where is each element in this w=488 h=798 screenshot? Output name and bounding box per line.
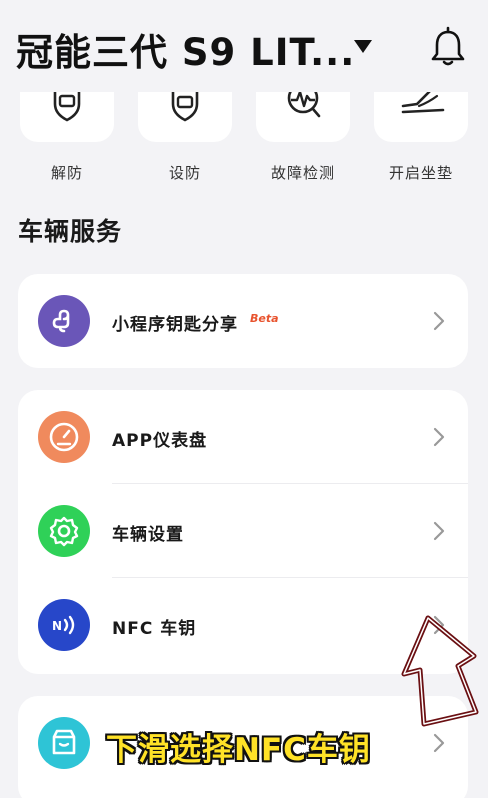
header: 冠能三代 S9 LIT... [0, 0, 488, 92]
quick-action-label: 开启坐垫 [388, 164, 453, 182]
shield-lock-icon [171, 92, 199, 122]
quick-action-label: 故障检测 [270, 164, 335, 182]
section-title: 车辆服务 [18, 217, 123, 246]
quick-tile[interactable] [374, 92, 468, 142]
chevron-down-icon[interactable] [354, 40, 372, 53]
service-label: APP仪表盘 [112, 431, 208, 451]
service-label: 车辆设置 [112, 525, 184, 545]
mini-program-card: 小程序钥匙分享 Beta [18, 274, 468, 368]
service-label: NFC 车钥 [112, 619, 197, 639]
quick-action-arm[interactable]: 设防 [138, 92, 232, 183]
quick-action-open-seat[interactable]: 开启坐垫 [374, 92, 468, 183]
bell-icon[interactable] [428, 26, 468, 68]
chevron-right-icon [433, 733, 445, 753]
service-row-mini-program[interactable]: 小程序钥匙分享 Beta [18, 274, 468, 368]
nfc-icon: N [38, 599, 90, 651]
vehicle-title[interactable]: 冠能三代 S9 LIT... [16, 22, 355, 76]
gear-icon [38, 505, 90, 557]
store-icon [38, 717, 90, 769]
mini-program-icon [38, 295, 90, 347]
quick-action-diagnostics[interactable]: 故障检测 [256, 92, 350, 183]
quick-tile[interactable] [138, 92, 232, 142]
seat-icon [401, 92, 445, 114]
service-label: 小程序钥匙分享 [112, 315, 238, 335]
arrow-up-icon [401, 615, 479, 727]
quick-action-label: 设防 [168, 164, 201, 182]
quick-actions: 解防 设防 故障检测 开启坐垫 [0, 92, 488, 202]
service-row-vehicle-settings[interactable]: 车辆设置 [18, 484, 468, 578]
chevron-right-icon [433, 521, 445, 541]
chevron-right-icon [433, 311, 445, 331]
service-row-dashboard[interactable]: APP仪表盘 [18, 390, 468, 484]
diagnostics-icon [287, 92, 321, 118]
svg-text:N: N [52, 619, 62, 633]
quick-tile[interactable] [20, 92, 114, 142]
beta-badge: Beta [250, 312, 279, 325]
dashboard-icon [38, 411, 90, 463]
shield-unlock-icon [53, 92, 81, 122]
caption-overlay: 下滑选择NFC车钥 [106, 732, 371, 768]
quick-action-disarm[interactable]: 解防 [20, 92, 114, 183]
quick-tile[interactable] [256, 92, 350, 142]
quick-action-label: 解防 [50, 164, 83, 182]
chevron-right-icon [433, 427, 445, 447]
